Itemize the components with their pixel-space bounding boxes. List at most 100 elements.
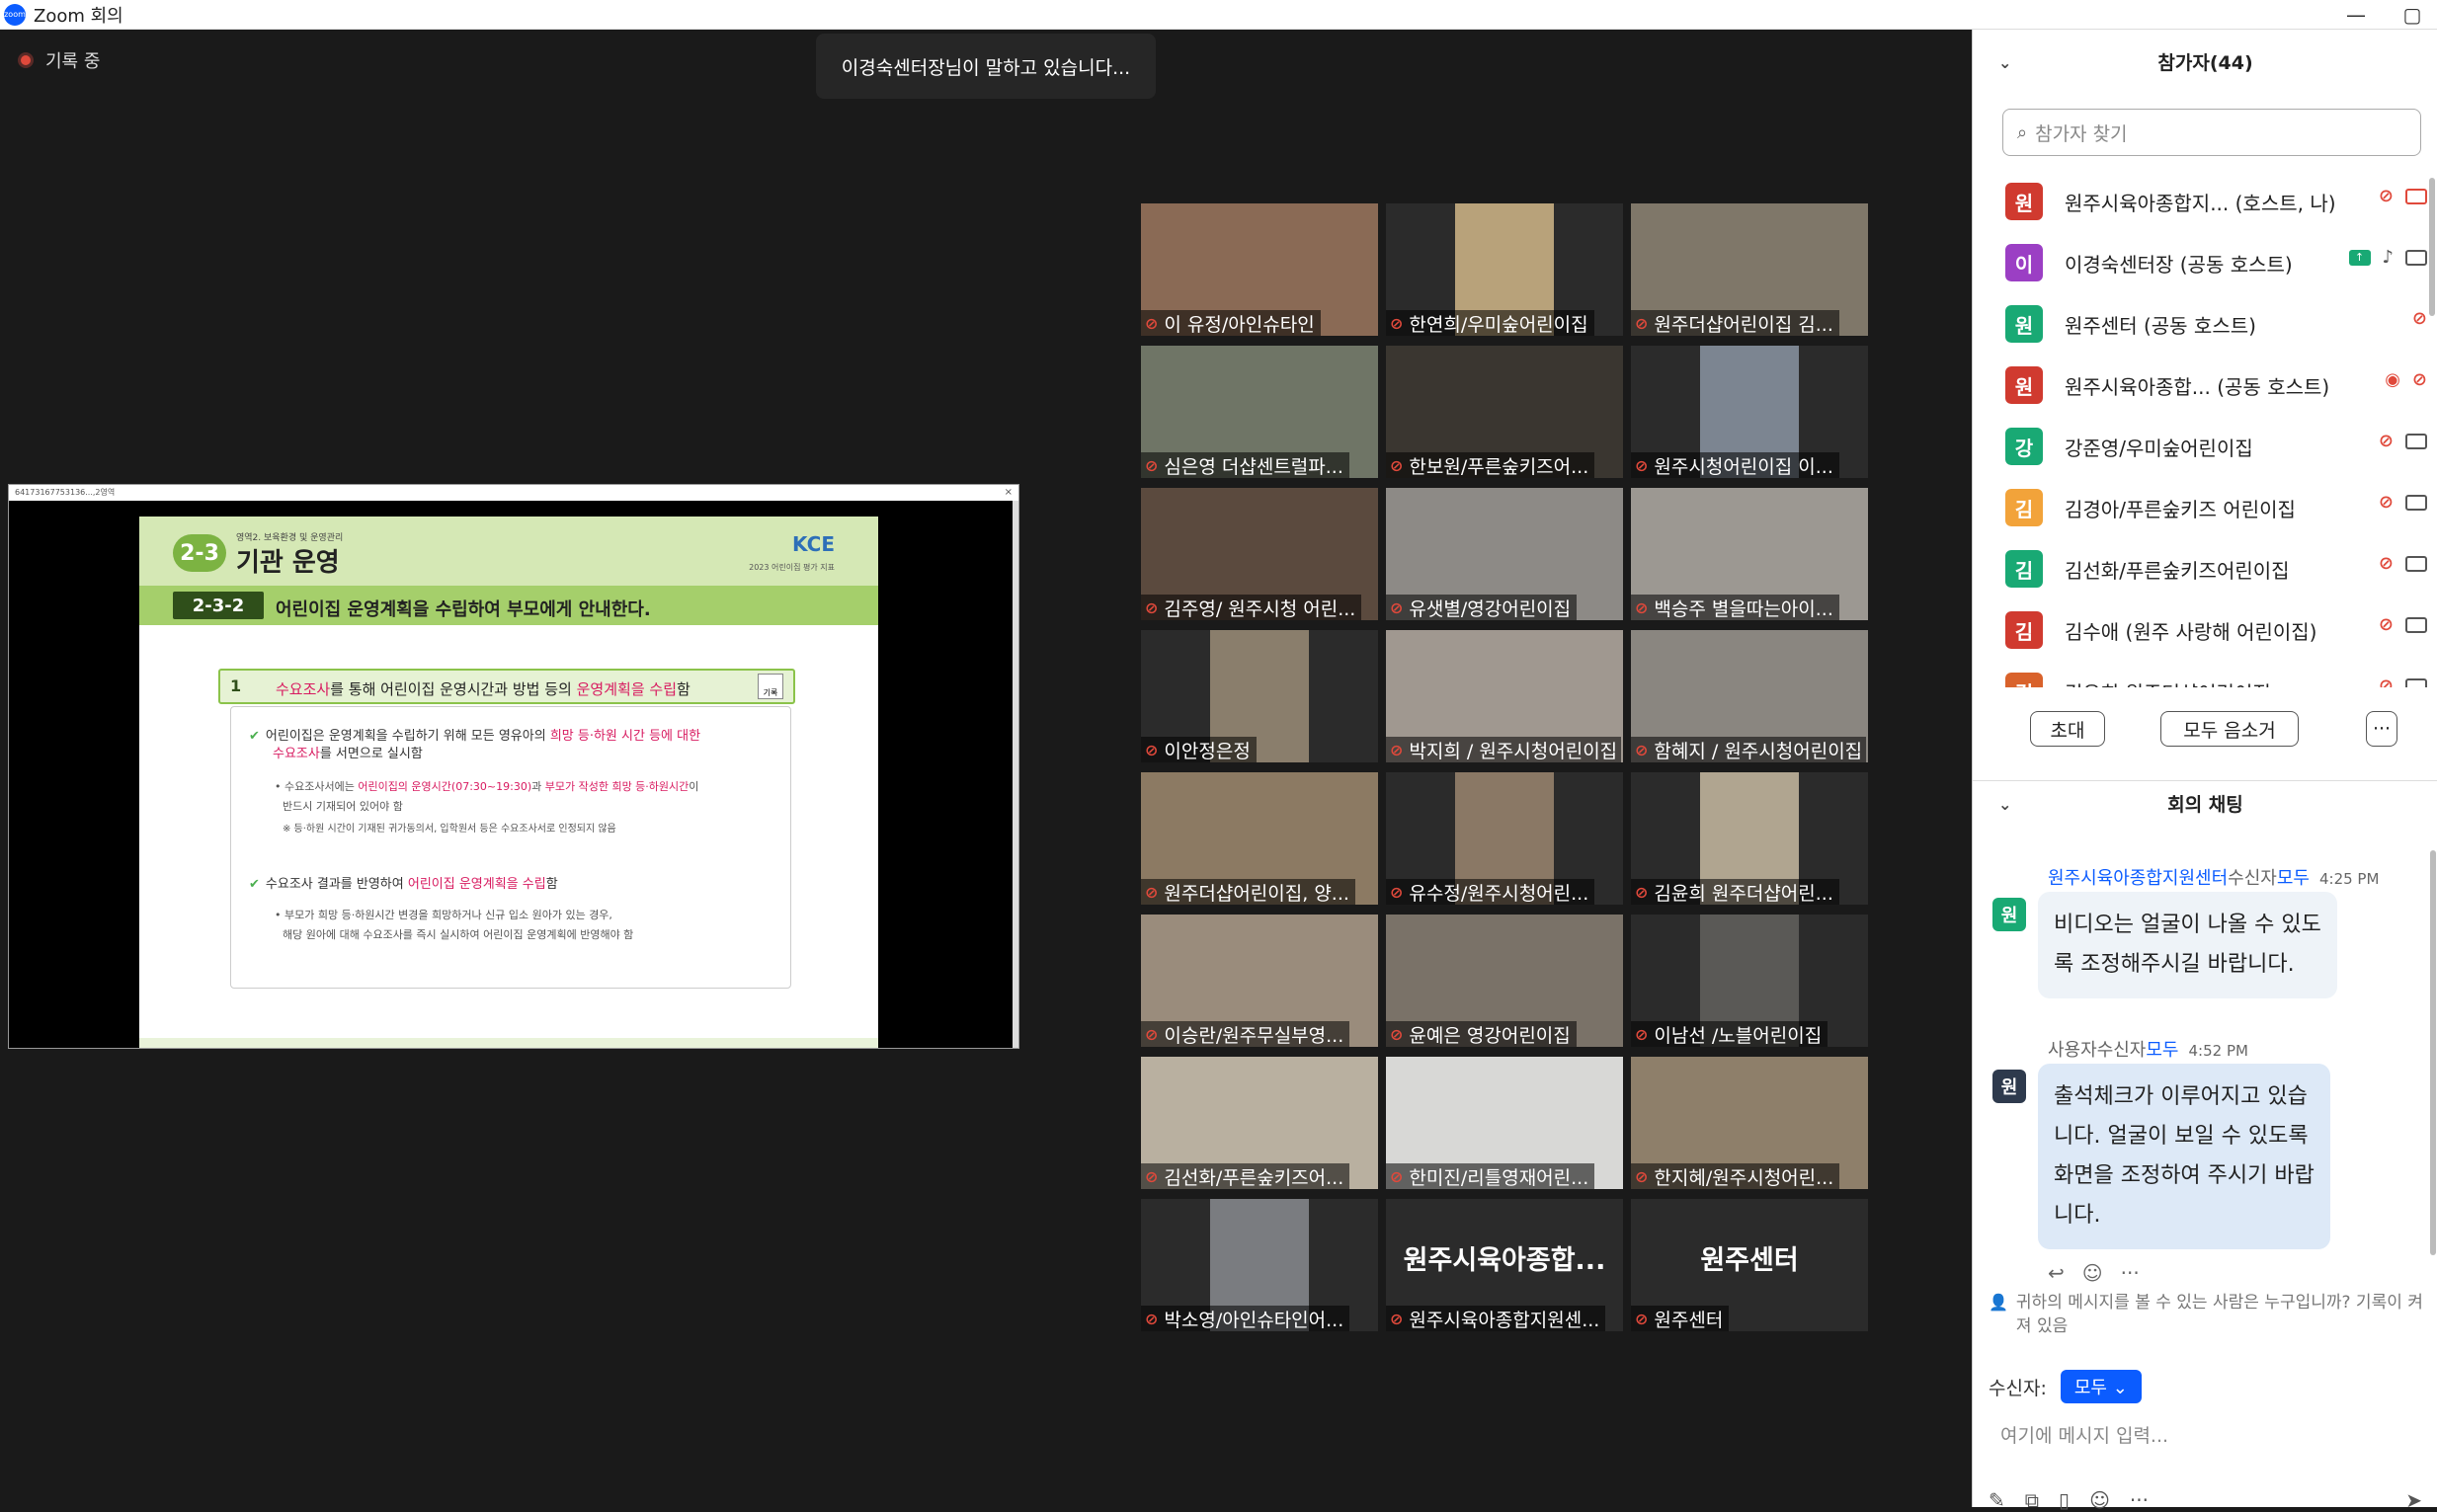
kce-logo: KCE — [792, 532, 835, 556]
chevron-down-icon: ⌄ — [2112, 1378, 2128, 1398]
recipient-label: 수신자: — [1989, 1377, 2047, 1399]
chat-notice[interactable]: 👤 귀하의 메시지를 볼 수 있는 사람은 누구입니까? 기록이 켜져 있음 — [1989, 1291, 2423, 1338]
mute-all-button[interactable]: 모두 음소거 — [2160, 711, 2299, 747]
participant-row[interactable]: 원 원주시육아종합지... (호스트, 나) ⊘ — [1973, 168, 2427, 229]
send-icon[interactable]: ➤ — [2405, 1488, 2422, 1512]
shared-screen[interactable]: 6417316775313​6...,2영역 × 2-3 영역2. 보육환경 및… — [8, 484, 1019, 1049]
message-line: 비디오는 얼굴이 나올 수 있도 — [2054, 913, 2321, 937]
video-tile[interactable]: ⊘ 유샛별/영강어린이집 — [1386, 488, 1623, 620]
video-tile[interactable]: ⊘ 한보원/푸른숲키즈어... — [1386, 346, 1623, 478]
participant-search-input[interactable]: ⌕ 참가자 찾기 — [2002, 109, 2421, 156]
emoji-icon[interactable]: ☺ — [2089, 1488, 2110, 1512]
video-tile[interactable]: ⊘ 심은영 더샵센트럴파... — [1141, 346, 1378, 478]
item-panel: ✔ 어린이집은 운영계획을 수립하기 위해 모든 영유아의 희망 등·하원 시간 … — [230, 706, 791, 989]
participant-row[interactable]: 이 이경숙센터장 (공동 호스트) ↑ ♪ — [1973, 229, 2427, 290]
video-tile[interactable]: ⊘ 이남선 /노블어린이집 — [1631, 915, 1868, 1047]
avatar: 원 — [1992, 898, 2026, 931]
participants-scrollbar[interactable] — [2429, 178, 2435, 316]
message-bubble[interactable]: 비디오는 얼굴이 나올 수 있도 록 조정해주시길 바랍니다. — [2038, 892, 2337, 998]
chevron-down-icon[interactable]: ⌄ — [1998, 785, 2011, 825]
tile-name-text: 윤예은 영강어린이집 — [1409, 1024, 1571, 1047]
format-icon[interactable]: ✎ — [1989, 1488, 2005, 1512]
video-tile[interactable]: ⊘ 박지희 / 원주시청어린이집 — [1386, 630, 1623, 762]
to-label: 수신자 — [2096, 1040, 2147, 1061]
reply-icon[interactable]: ↩ — [2048, 1261, 2065, 1285]
tile-name-label: ⊘ 한지혜/원주시청어린... — [1631, 1163, 1840, 1189]
participant-row[interactable]: 김 김유희 원주더샵어린이집 ⊘ — [1973, 658, 2427, 687]
screenshot-icon[interactable]: ⧉ — [2025, 1488, 2039, 1512]
video-tile[interactable]: ⊘ 김윤희 원주더샵어린... — [1631, 772, 1868, 905]
more-button[interactable]: ··· — [2366, 711, 2397, 747]
tile-name-text: 백승주 별을따는아이... — [1654, 597, 1833, 620]
shared-scrollbar[interactable] — [1013, 501, 1018, 1048]
recipient-dropdown[interactable]: 모두 ⌄ — [2060, 1370, 2142, 1403]
point-1-cont: 수요조사를 서면으로 실시함 — [273, 747, 423, 761]
video-tile[interactable]: ⊘ 김선화/푸른숲키즈어... — [1141, 1057, 1378, 1189]
react-icon[interactable]: ☺ — [2082, 1261, 2103, 1285]
tile-name-label: ⊘ 박지희 / 원주시청어린이집 — [1386, 737, 1621, 762]
video-icon — [2405, 433, 2427, 449]
message-line: 니다. — [2054, 1203, 2101, 1228]
video-tile[interactable]: 원주센터 ⊘ 원주센터 — [1631, 1199, 1868, 1331]
tile-name-text: 원주더샵어린이집 김... — [1654, 313, 1833, 336]
message-line: 출석체크가 이루어지고 있습 — [2054, 1084, 2308, 1109]
participant-row[interactable]: 김 김선화/푸른숲키즈어린이집 ⊘ — [1973, 535, 2427, 597]
participant-row[interactable]: 김 김경아/푸른숲키즈 어린이집 ⊘ — [1973, 474, 2427, 535]
participant-row[interactable]: 원 원주시육아종합... (공동 호스트) ◉ ⊘ — [1973, 352, 2427, 413]
participant-name: 원주센터 (공동 호스트) — [2065, 314, 2256, 338]
avatar: 이 — [2005, 244, 2043, 281]
recording-label: 기록 중 — [45, 51, 101, 72]
video-tile[interactable]: ⊘ 한연희/우미숲어린이집 — [1386, 203, 1623, 336]
chevron-down-icon[interactable]: ⌄ — [1998, 43, 2011, 83]
message-bubble[interactable]: 출석체크가 이루어지고 있습 니다. 얼굴이 보일 수 있도록 화면을 조정하여 주… — [2038, 1064, 2330, 1249]
mic-muted-icon: ⊘ — [1145, 1166, 1159, 1186]
tile-name-label: ⊘ 원주시청어린이집 이... — [1631, 452, 1839, 478]
more-icon[interactable]: ··· — [2121, 1261, 2140, 1285]
tile-name-label: ⊘ 이승란/원주무실부영... — [1141, 1021, 1350, 1047]
video-tile[interactable]: ⊘ 이안정은정 — [1141, 630, 1378, 762]
mic-muted-icon: ⊘ — [1635, 740, 1649, 759]
video-tile[interactable]: ⊘ 원주시청어린이집 이... — [1631, 346, 1868, 478]
video-tile[interactable]: ⊘ 박소영/아인슈타인어... — [1141, 1199, 1378, 1331]
participant-row[interactable]: 김 김수애 (원주 사랑해 어린이집) ⊘ — [1973, 597, 2427, 658]
chat-input[interactable]: 여기에 메시지 입력... — [2000, 1421, 2168, 1448]
mic-muted-icon: ⊘ — [1145, 455, 1159, 475]
tile-name-text: 박지희 / 원주시청어린이집 — [1409, 740, 1618, 762]
to-name: 모두 — [2276, 868, 2310, 889]
participants-header: ⌄ 참가자(44) — [1973, 43, 2437, 83]
chat-scrollbar[interactable] — [2430, 850, 2436, 1255]
video-tile[interactable]: 원주시육아종합... ⊘ 원주시육아종합지원센... — [1386, 1199, 1623, 1331]
tile-name-text: 심은영 더샵센트럴파... — [1164, 455, 1343, 478]
participant-name: 김경아/푸른숲키즈 어린이집 — [2065, 498, 2296, 521]
slide: 2-3 영역2. 보육환경 및 운영관리 기관 운영 KCE 2023 어린이집… — [139, 517, 878, 1048]
participant-status: ◉ ⊘ — [2385, 369, 2427, 390]
sidebar: ⌄ 참가자(44) ⌕ 참가자 찾기 원 원주시육아종합지... (호스트, 나)… — [1972, 30, 2437, 1512]
video-tile[interactable]: ⊘ 백승주 별을따는아이... — [1631, 488, 1868, 620]
people-icon: 👤 — [1989, 1293, 2008, 1312]
participant-row[interactable]: 원 원주센터 (공동 호스트) ⊘ — [1973, 290, 2427, 352]
screen-share-icon: ↑ — [2348, 249, 2371, 266]
tile-name-label: ⊘ 원주더샵어린이집 김... — [1631, 310, 1839, 336]
video-tile[interactable]: ⊘ 한미진/리틀영재어린... — [1386, 1057, 1623, 1189]
video-tile[interactable]: ⊘ 유수정/원주시청어린... — [1386, 772, 1623, 905]
video-tile[interactable]: ⊘ 김주영/ 원주시청 어린... — [1141, 488, 1378, 620]
video-tile[interactable]: ⊘ 원주더샵어린이집 김... — [1631, 203, 1868, 336]
video-tile[interactable]: ⊘ 함혜지 / 원주시청어린이집 — [1631, 630, 1868, 762]
file-icon[interactable]: ▯ — [2059, 1488, 2070, 1512]
video-tile[interactable]: ⊘ 한지혜/원주시청어린... — [1631, 1057, 1868, 1189]
video-tile[interactable]: ⊘ 이승란/원주무실부영... — [1141, 915, 1378, 1047]
avatar: 김 — [2005, 550, 2043, 588]
mic-muted-icon: ⊘ — [1390, 740, 1404, 759]
pencil-icon: 기록 — [758, 674, 783, 699]
recording-indicator[interactable]: 기록 중 — [18, 47, 100, 73]
participant-row[interactable]: 강 강준영/우미숲어린이집 ⊘ — [1973, 413, 2427, 474]
more-icon[interactable]: ··· — [2130, 1488, 2149, 1512]
invite-button[interactable]: 초대 — [2030, 711, 2105, 747]
video-tile[interactable]: ⊘ 원주더샵어린이집, 양... — [1141, 772, 1378, 905]
mic-muted-icon: ⊘ — [1145, 313, 1159, 333]
video-tile[interactable]: ⊘ 이 유정/아인슈타인 — [1141, 203, 1378, 336]
video-tile[interactable]: ⊘ 윤예은 영강어린이집 — [1386, 915, 1623, 1047]
maximize-icon[interactable]: ▢ — [2388, 0, 2437, 30]
video-icon — [2405, 555, 2427, 572]
minimize-icon[interactable]: — — [2331, 0, 2381, 30]
